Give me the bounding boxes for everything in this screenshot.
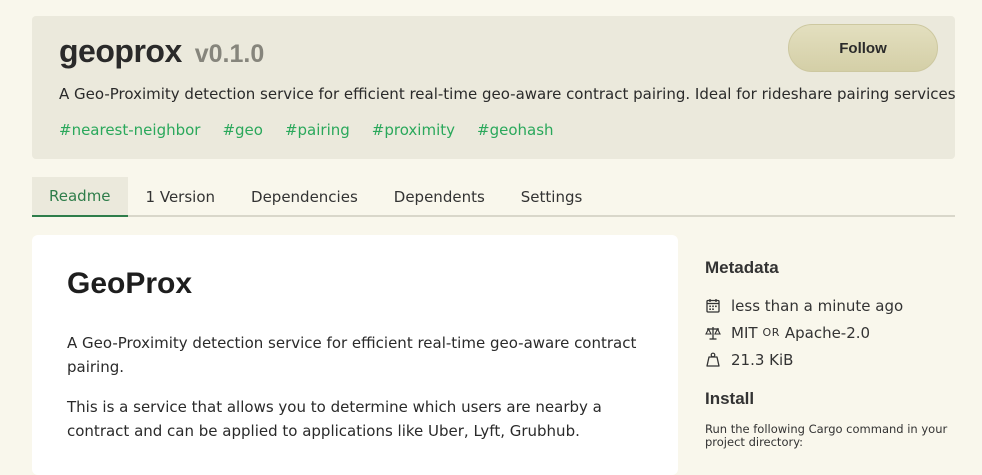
weight-icon	[705, 352, 721, 368]
tab-dependents[interactable]: Dependents	[376, 177, 503, 217]
keyword-link[interactable]: #pairing	[285, 121, 350, 139]
meta-license: MIT or Apache-2.0	[705, 319, 955, 346]
install-text: Run the following Cargo command in your …	[705, 422, 948, 449]
calendar-icon	[705, 298, 721, 314]
readme-panel: GeoProx A Geo-Proximity detection servic…	[32, 235, 678, 475]
readme-title: GeoProx	[67, 267, 193, 300]
crate-name: geoprox	[59, 33, 182, 69]
meta-size: 21.3 KiB	[705, 346, 955, 373]
sidebar: Metadata less than a minute ago MIT OR A…	[705, 258, 955, 449]
tab-dependencies[interactable]: Dependencies	[233, 177, 376, 217]
crate-title: geoprox v0.1.0	[59, 33, 264, 70]
install-heading: Install	[705, 389, 755, 408]
readme-paragraph: A Geo-Proximity detection service for ef…	[67, 334, 637, 376]
follow-button[interactable]: Follow	[788, 24, 938, 72]
metadata-heading: Metadata	[705, 258, 779, 277]
tab-settings[interactable]: Settings	[503, 177, 601, 217]
license-or: or	[762, 326, 780, 339]
crate-version: v0.1.0	[194, 40, 265, 68]
meta-updated: less than a minute ago	[705, 292, 955, 319]
tab-bar: Readme 1 Version Dependencies Dependents…	[32, 177, 955, 217]
keyword-link[interactable]: #proximity	[372, 121, 455, 139]
keyword-link[interactable]: #geohash	[477, 121, 554, 139]
keyword-link[interactable]: #geo	[222, 121, 263, 139]
readme-paragraph: This is a service that allows you to det…	[67, 398, 602, 440]
keyword-link[interactable]: #nearest-neighbor	[59, 121, 200, 139]
crate-description: A Geo-Proximity detection service for ef…	[59, 85, 956, 103]
scale-icon	[705, 325, 721, 341]
crate-header: geoprox v0.1.0 Follow A Geo-Proximity de…	[32, 16, 956, 159]
size-text: 21.3 KiB	[731, 350, 794, 369]
keyword-list: #nearest-neighbor #geo #pairing #proximi…	[59, 121, 576, 139]
tab-readme[interactable]: Readme	[32, 177, 128, 217]
license-apache[interactable]: Apache-2.0	[785, 324, 870, 342]
tab-versions[interactable]: 1 Version	[128, 177, 233, 217]
updated-text: less than a minute ago	[731, 296, 904, 315]
license-mit[interactable]: MIT	[731, 324, 758, 342]
